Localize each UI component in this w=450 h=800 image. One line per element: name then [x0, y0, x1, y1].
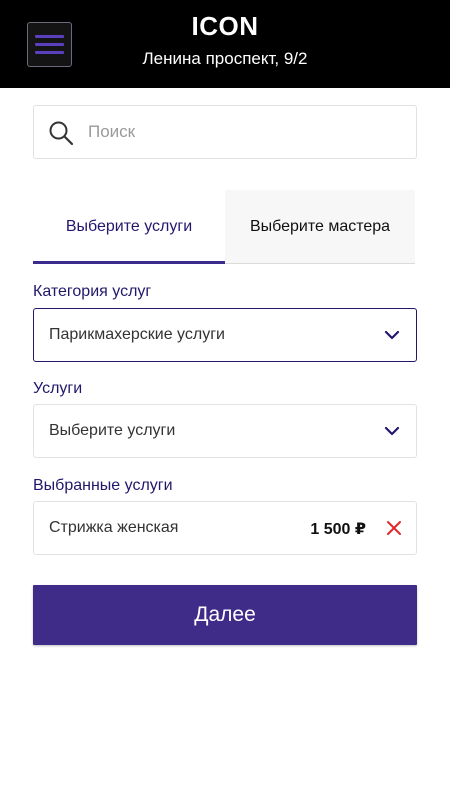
- category-selected-value: Парикмахерские услуги: [49, 326, 225, 343]
- close-icon[interactable]: [386, 520, 402, 536]
- category-select[interactable]: Парикмахерские услуги: [33, 308, 417, 362]
- category-label: Категория услуг: [33, 283, 152, 300]
- location-address: Ленина проспект, 9/2: [142, 49, 308, 68]
- tab-select-services[interactable]: Выберите услуги: [33, 190, 225, 264]
- selected-service-item: Стрижка женская 1 500 ₽: [33, 501, 417, 555]
- services-selected-value: Выберите услуги: [49, 422, 176, 439]
- services-select[interactable]: Выберите услуги: [33, 404, 417, 458]
- search-icon: [49, 121, 74, 146]
- chevron-down-icon: [384, 330, 400, 340]
- selected-service-name: Стрижка женская: [49, 519, 179, 536]
- selected-service-price: 1 500 ₽: [310, 521, 366, 538]
- app-title: ICON: [191, 11, 259, 41]
- services-label: Услуги: [33, 380, 83, 397]
- app-header: ICON Ленина проспект, 9/2: [0, 0, 450, 88]
- search-input[interactable]: [88, 106, 408, 158]
- chevron-down-icon: [384, 426, 400, 436]
- selected-services-label: Выбранные услуги: [33, 477, 173, 494]
- next-button[interactable]: Далее: [33, 585, 417, 645]
- search-box: [33, 105, 417, 159]
- tab-bar: Выберите услуги Выберите мастера: [33, 190, 415, 264]
- active-tab-indicator: [33, 261, 225, 264]
- tab-select-master[interactable]: Выберите мастера: [225, 190, 415, 264]
